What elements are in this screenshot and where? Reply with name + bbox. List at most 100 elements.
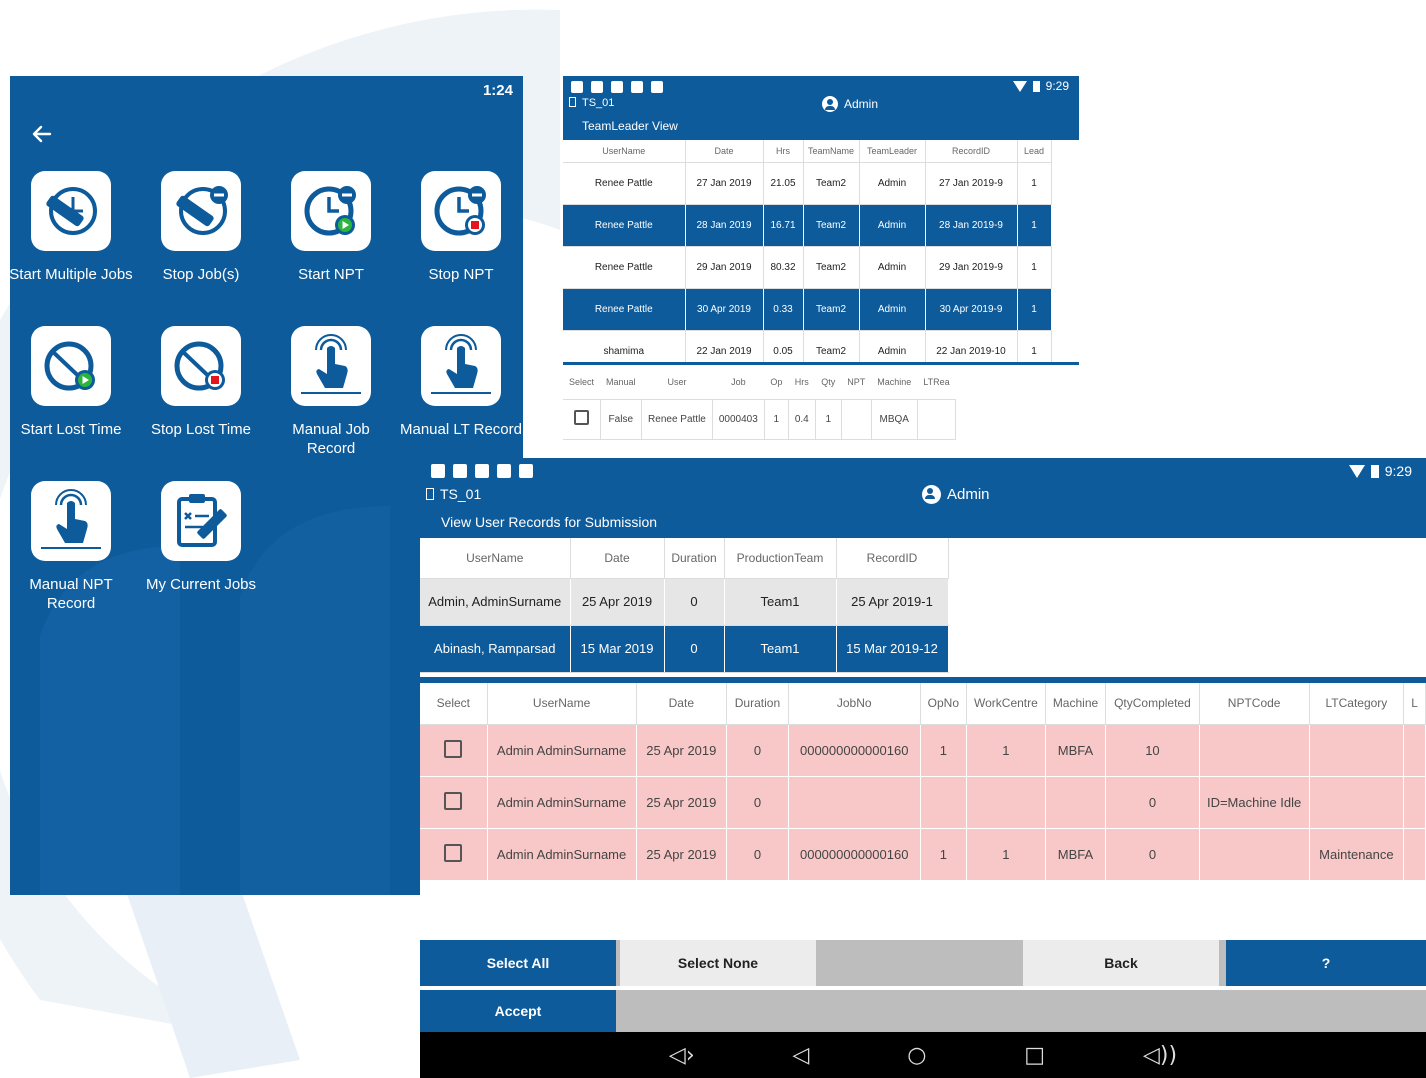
tile-manual-lt-record[interactable]: Manual LT Record <box>396 326 523 439</box>
column-header: RecordID <box>836 538 949 579</box>
table-cell: Maintenance <box>1309 828 1405 881</box>
select-all-button[interactable]: Select All <box>420 940 616 986</box>
select-checkbox[interactable] <box>444 792 463 810</box>
select-checkbox[interactable] <box>444 844 463 862</box>
user-badge: Admin <box>822 96 878 112</box>
column-header: Hrs <box>788 365 816 400</box>
button-gap <box>1219 940 1226 986</box>
tile-start-multiple-jobs[interactable]: Start Multiple Jobs <box>10 171 136 284</box>
column-header: Duration <box>726 682 789 725</box>
table-cell: Admin <box>859 204 926 247</box>
select-cell <box>420 776 488 829</box>
back-arrow-icon[interactable] <box>30 122 54 146</box>
column-header: NPT <box>841 365 872 400</box>
table-row[interactable]: Renee Pattle 27 Jan 2019 21.05 Team2 Admin 27… <box>563 162 1052 205</box>
table-cell: Team2 <box>803 330 860 362</box>
table-cell: 22 Jan 2019-10 <box>925 330 1018 362</box>
pencil-clock-stop-icon <box>176 186 228 235</box>
table-cell: Abinash, Ramparsad <box>420 625 571 673</box>
volume-down-icon[interactable]: ◁› <box>669 1043 695 1068</box>
column-header: LTCategory <box>1309 682 1405 725</box>
notification-icon <box>571 81 583 93</box>
table-cell: Admin <box>859 288 926 331</box>
table-cell: 1 <box>1017 246 1052 289</box>
tile-label: Start Multiple Jobs <box>10 266 133 283</box>
recents-square-icon[interactable]: □ <box>1024 1043 1045 1068</box>
pencil-clock-icon <box>46 187 97 235</box>
column-header: User <box>641 365 713 400</box>
table-cell <box>1403 776 1426 829</box>
tile-label: My Current Jobs <box>145 576 257 593</box>
table-row[interactable]: Renee Pattle 28 Jan 2019 16.71 Team2 Admin 28… <box>563 204 1052 247</box>
table-cell: 1 <box>920 828 968 881</box>
table-row[interactable]: Admin AdminSurname 25 Apr 2019 0 0000000000… <box>420 828 1426 881</box>
column-header: QtyCompleted <box>1105 682 1200 725</box>
table-cell: 1 <box>764 399 789 440</box>
table-row[interactable]: Renee Pattle 30 Apr 2019 0.33 Team2 Admin 30 … <box>563 288 1052 331</box>
select-checkbox[interactable] <box>444 740 463 758</box>
table-cell: 0 <box>664 625 725 673</box>
table-cell: 000000000000160 <box>788 828 921 881</box>
tile-manual-npt-record[interactable]: Manual NPT Record <box>10 481 136 613</box>
table-cell <box>1403 724 1426 777</box>
column-header: Manual <box>600 365 642 400</box>
accept-button-row: Accept <box>420 990 1426 1032</box>
table-row[interactable]: Admin AdminSurname 25 Apr 2019 0 0000000000… <box>420 724 1426 777</box>
column-header: Qty <box>815 365 842 400</box>
table-row[interactable]: shamima 22 Jan 2019 0.05 Team2 Admin 22 Jan 2… <box>563 330 1052 362</box>
table-row[interactable]: Admin AdminSurname 25 Apr 2019 0 0 ID=Machin… <box>420 776 1426 829</box>
status-bar-right: 9:29 <box>1012 79 1069 93</box>
tile-stop-jobs[interactable]: Stop Job(s) <box>136 171 266 284</box>
column-header: Hrs <box>763 140 804 163</box>
status-bar-right: 9:29 <box>1348 463 1412 479</box>
hand-tap-icon <box>301 334 361 394</box>
back-triangle-icon[interactable]: ◁ <box>792 1043 809 1068</box>
tablet-icon <box>569 97 576 107</box>
table-row[interactable]: False Renee Pattle 0000403 1 0.4 1 MBQA <box>563 399 957 440</box>
select-checkbox[interactable] <box>573 410 589 425</box>
app-header: 9:29 TS_01 Admin TeamLeader View <box>563 76 1079 140</box>
table-row[interactable]: Abinash, Ramparsad 15 Mar 2019 0 Team1 15 Ma… <box>420 625 949 673</box>
image-icon <box>497 464 511 478</box>
help-button[interactable]: ? <box>1226 940 1426 986</box>
table-cell <box>1309 724 1405 777</box>
home-circle-icon[interactable]: ○ <box>907 1043 926 1068</box>
hand-tap-icon <box>41 489 101 549</box>
table-cell: 30 Apr 2019-9 <box>925 288 1018 331</box>
table-cell: 10 <box>1105 724 1200 777</box>
table-cell: 27 Jan 2019-9 <box>925 162 1018 205</box>
table-cell: 000000000000160 <box>788 724 921 777</box>
tile-my-current-jobs[interactable]: My Current Jobs <box>136 481 266 594</box>
table-cell: 0 <box>1105 828 1200 881</box>
table-cell: Admin <box>859 246 926 289</box>
tile-stop-npt[interactable]: Stop NPT <box>396 171 523 284</box>
accept-button[interactable]: Accept <box>420 990 616 1032</box>
table-row[interactable]: Renee Pattle 29 Jan 2019 80.32 Team2 Admin 29… <box>563 246 1052 289</box>
table-cell: 0.4 <box>788 399 816 440</box>
device-label: TS_01 <box>426 486 481 502</box>
table-cell: 28 Jan 2019 <box>685 204 764 247</box>
wifi-icon <box>1012 80 1027 92</box>
table-cell: 0 <box>726 724 789 777</box>
table-cell: 30 Apr 2019 <box>685 288 764 331</box>
table-cell: 1 <box>1017 204 1052 247</box>
teamleader-screen: 9:29 TS_01 Admin TeamLeader View UserNam… <box>563 76 1079 466</box>
table-cell: 0.05 <box>763 330 804 362</box>
tile-manual-job-record[interactable]: Manual Job Record <box>266 326 396 458</box>
play-store-icon <box>651 81 663 93</box>
table-cell: Renee Pattle <box>563 246 686 289</box>
volume-up-icon[interactable]: ◁)) <box>1143 1043 1177 1068</box>
table-row[interactable]: Admin, AdminSurname 25 Apr 2019 0 Team1 25 A… <box>420 578 949 626</box>
select-none-button[interactable]: Select None <box>620 940 816 986</box>
table-cell: 0 <box>1105 776 1200 829</box>
clock-play-icon <box>304 186 356 236</box>
tile-start-lost-time[interactable]: Start Lost Time <box>10 326 136 439</box>
tile-stop-lost-time[interactable]: Stop Lost Time <box>136 326 266 439</box>
column-header: UserName <box>563 140 686 163</box>
tile-start-npt[interactable]: Start NPT <box>266 171 396 284</box>
column-header: L <box>1403 682 1426 725</box>
table-cell: 1 <box>1017 288 1052 331</box>
table-cell: 0 <box>726 828 789 881</box>
table-cell: Team1 <box>724 625 837 673</box>
back-button[interactable]: Back <box>1023 940 1219 986</box>
